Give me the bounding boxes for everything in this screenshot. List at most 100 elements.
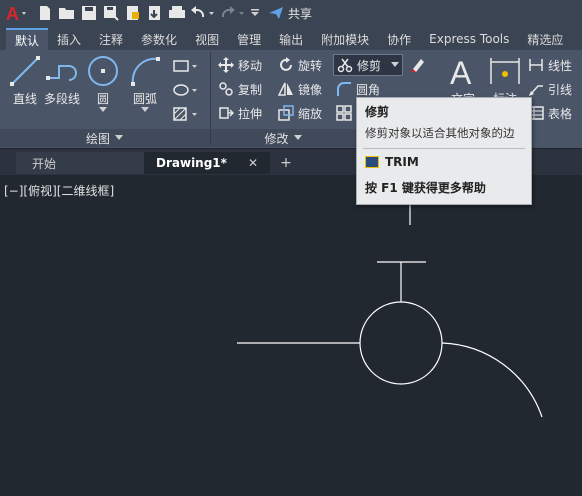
trim-label: 修剪 bbox=[357, 58, 382, 73]
tab-default[interactable]: 默认 bbox=[6, 28, 49, 50]
stretch-icon bbox=[219, 107, 234, 119]
rotate-tool[interactable]: 旋转 bbox=[278, 55, 322, 75]
tooltip-command-label: TRIM bbox=[385, 155, 419, 169]
leader-icon bbox=[529, 85, 543, 96]
table-tool[interactable]: 表格 bbox=[528, 103, 572, 123]
customize-qa-icon[interactable] bbox=[248, 2, 262, 24]
tab-insert[interactable]: 插入 bbox=[48, 28, 90, 50]
copy-icon bbox=[219, 82, 233, 96]
move-label: 移动 bbox=[238, 58, 263, 73]
leader-tool[interactable]: 引线 bbox=[528, 79, 572, 99]
fillet-tool[interactable]: 圆角 bbox=[336, 79, 380, 99]
stretch-label: 拉伸 bbox=[238, 106, 263, 121]
tooltip-description: 修剪对象以适合其他对象的边 bbox=[365, 126, 515, 140]
table-label: 表格 bbox=[548, 106, 573, 121]
draw-panel-title[interactable]: 绘图 bbox=[0, 129, 210, 147]
tooltip-title: 修剪 bbox=[365, 105, 390, 119]
svg-text:A: A bbox=[6, 4, 19, 23]
gradient-tool[interactable] bbox=[172, 104, 198, 124]
arc-tool[interactable]: 圆弧 bbox=[128, 54, 162, 113]
scale-icon bbox=[278, 105, 294, 121]
drawing-canvas[interactable] bbox=[0, 175, 582, 496]
trim-scissors-icon bbox=[337, 58, 353, 73]
trim-tooltip: 修剪 修剪对象以适合其他对象的边 TRIM 按 F1 键获得更多帮助 bbox=[356, 97, 532, 205]
move-tool[interactable]: 移动 bbox=[218, 55, 262, 75]
move-icon bbox=[218, 57, 234, 73]
arc-label: 圆弧 bbox=[132, 92, 157, 106]
arc-shape[interactable] bbox=[441, 342, 543, 418]
redo-icon[interactable] bbox=[218, 2, 248, 24]
tab-addins[interactable]: 附加模块 bbox=[312, 28, 378, 50]
linear-tool[interactable]: 线性 bbox=[528, 55, 572, 75]
circle-shape[interactable] bbox=[359, 301, 443, 385]
draw-panel-label: 绘图 bbox=[85, 131, 110, 146]
copy-label: 复制 bbox=[238, 82, 263, 97]
tab-output[interactable]: 输出 bbox=[270, 28, 312, 50]
circle-label: 圆 bbox=[96, 92, 109, 106]
svg-text:A: A bbox=[450, 55, 472, 88]
line-icon bbox=[10, 56, 40, 86]
tab-view[interactable]: 视图 bbox=[186, 28, 228, 50]
line-tool[interactable]: 直线 bbox=[8, 54, 42, 107]
tooltip-help: 按 F1 键获得更多帮助 bbox=[365, 181, 486, 195]
rectangle-tool[interactable] bbox=[172, 56, 198, 76]
leader-label: 引线 bbox=[548, 82, 573, 97]
copy-tool[interactable]: 复制 bbox=[218, 79, 262, 99]
tab-start[interactable]: 开始 bbox=[16, 152, 144, 174]
app-menu-button[interactable]: A bbox=[0, 0, 34, 26]
undo-icon[interactable] bbox=[188, 2, 218, 24]
mirror-label: 镜像 bbox=[298, 82, 323, 97]
arc-icon bbox=[131, 57, 160, 86]
mirror-icon bbox=[278, 82, 293, 96]
tab-express-tools[interactable]: Express Tools bbox=[420, 28, 518, 50]
tooltip-command: TRIM bbox=[365, 155, 419, 169]
new-file-icon[interactable] bbox=[34, 2, 56, 24]
chevron-down-icon[interactable] bbox=[141, 107, 149, 113]
save-icon[interactable] bbox=[78, 2, 100, 24]
share-button[interactable]: 共享 bbox=[268, 5, 312, 22]
mirror-tool[interactable]: 镜像 bbox=[278, 79, 322, 99]
stretch-tool[interactable]: 拉伸 bbox=[218, 103, 262, 123]
open-web-icon[interactable] bbox=[122, 2, 144, 24]
send-icon bbox=[269, 7, 283, 19]
chevron-down-icon[interactable] bbox=[99, 107, 107, 113]
save-web-icon[interactable] bbox=[144, 2, 166, 24]
polyline-tool[interactable]: 多段线 bbox=[44, 54, 80, 107]
tab-drawing1-label: Drawing1* bbox=[156, 156, 227, 170]
tab-parametric[interactable]: 参数化 bbox=[132, 28, 186, 50]
chevron-down-icon bbox=[115, 135, 123, 140]
polyline-icon bbox=[46, 65, 77, 81]
text-a-icon: A bbox=[450, 55, 472, 88]
tab-annotate[interactable]: 注释 bbox=[90, 28, 132, 50]
tab-drawing1[interactable]: Drawing1* ✕ bbox=[144, 152, 270, 174]
scale-tool[interactable]: 缩放 bbox=[278, 103, 322, 123]
tab-manage[interactable]: 管理 bbox=[228, 28, 270, 50]
tab-featured[interactable]: 精选应 bbox=[518, 28, 572, 50]
ribbon-tabs: 默认 插入 注释 参数化 视图 管理 输出 附加模块 协作 Express To… bbox=[0, 26, 582, 50]
array-tool[interactable] bbox=[336, 103, 356, 123]
circle-tool[interactable]: 圆 bbox=[86, 54, 120, 113]
new-tab-button[interactable]: + bbox=[276, 152, 296, 174]
plot-icon[interactable] bbox=[166, 2, 188, 24]
dimension-icon bbox=[490, 58, 520, 84]
save-as-icon[interactable] bbox=[100, 2, 122, 24]
autocad-logo-icon: A bbox=[6, 4, 26, 23]
array-icon bbox=[336, 105, 352, 121]
fillet-label: 圆角 bbox=[356, 82, 381, 97]
rotate-label: 旋转 bbox=[298, 58, 323, 73]
modify-panel-title[interactable]: 修改 bbox=[211, 129, 356, 147]
command-line-icon bbox=[365, 156, 379, 168]
scale-label: 缩放 bbox=[298, 106, 323, 121]
trim-tool[interactable]: 修剪 bbox=[333, 54, 403, 76]
hatch-tool[interactable] bbox=[172, 80, 198, 100]
linear-label: 线性 bbox=[548, 58, 573, 73]
gradient-icon bbox=[173, 107, 197, 121]
polyline-label: 多段线 bbox=[44, 92, 81, 106]
open-folder-icon[interactable] bbox=[56, 2, 78, 24]
chevron-down-icon[interactable] bbox=[391, 62, 400, 68]
tooltip-divider bbox=[363, 148, 525, 149]
line-label: 直线 bbox=[12, 92, 37, 106]
erase-tool[interactable] bbox=[410, 55, 430, 75]
close-icon[interactable]: ✕ bbox=[248, 156, 258, 170]
tab-collaborate[interactable]: 协作 bbox=[378, 28, 420, 50]
